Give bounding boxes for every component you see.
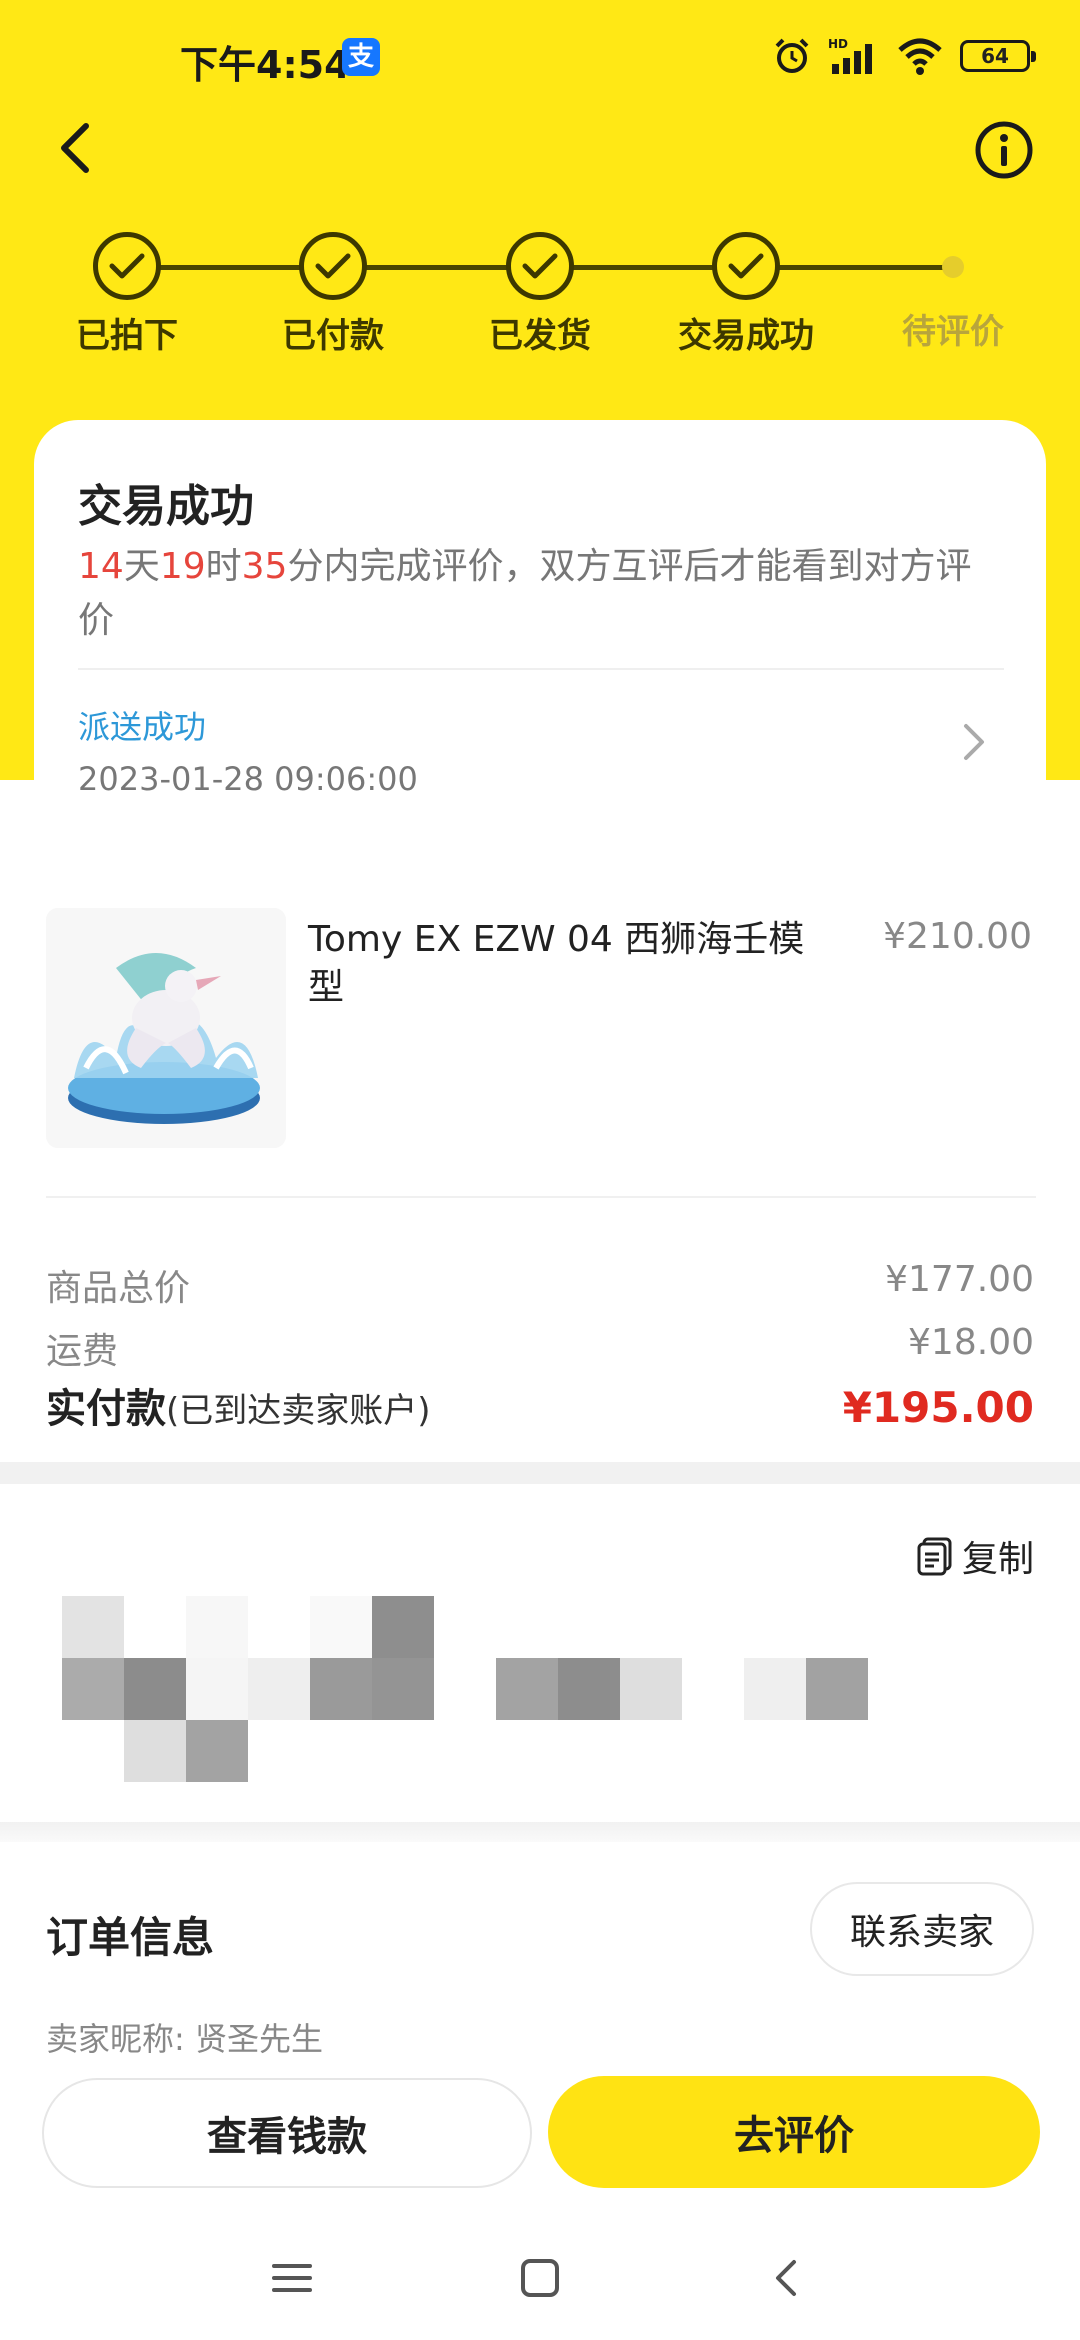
- countdown-hours-unit: 时: [205, 546, 242, 587]
- contact-seller-button[interactable]: 联系卖家: [810, 1882, 1034, 1976]
- check-icon: [712, 232, 780, 300]
- menu-icon: [272, 2264, 312, 2292]
- status-icons: HD 64: [772, 36, 1036, 76]
- signal-icon: HD: [828, 37, 872, 74]
- system-nav-bar: [0, 2220, 1080, 2340]
- status-time: 下午4:54: [180, 43, 351, 87]
- shipping-row: 运费 ¥18.00: [46, 1322, 1034, 1374]
- countdown-minutes: 35: [241, 546, 288, 587]
- back-triangle-icon: [776, 2260, 796, 2296]
- step-label: 已发货: [489, 316, 591, 356]
- order-info-title: 订单信息: [46, 1913, 215, 1962]
- paid-label: 实付款: [46, 1386, 166, 1432]
- section-separator: [0, 1822, 1080, 1842]
- copy-icon: [917, 1537, 952, 1576]
- step-shipped: 已发货: [455, 232, 625, 357]
- copy-address-button[interactable]: 复制: [916, 1530, 1034, 1582]
- shipping-label: 运费: [46, 1331, 119, 1372]
- divider: [46, 1196, 1036, 1198]
- review-button[interactable]: 去评价: [548, 2076, 1040, 2188]
- home-square-icon: [521, 2259, 559, 2297]
- check-icon: [506, 232, 574, 300]
- step-to-review: 待评价: [868, 232, 1038, 353]
- divider: [78, 668, 1004, 670]
- subtotal-value: ¥177.00: [885, 1259, 1034, 1300]
- step-completed: 交易成功: [661, 232, 831, 357]
- shipping-address-section: 复制: [0, 1484, 1080, 1824]
- info-button[interactable]: [972, 118, 1036, 182]
- pending-dot-icon: [942, 256, 964, 278]
- step-label: 待评价: [902, 312, 1004, 352]
- countdown-hours: 19: [159, 546, 206, 587]
- product-title[interactable]: Tomy EX EZW 04 西狮海壬模型: [308, 916, 808, 1012]
- seller-nickname: 卖家昵称: 贤圣先生: [46, 2020, 323, 2058]
- view-payment-button[interactable]: 查看钱款: [42, 2078, 532, 2188]
- countdown-days-unit: 天: [123, 546, 160, 587]
- back-button[interactable]: [50, 118, 110, 178]
- step-paid: 已付款: [248, 232, 418, 357]
- info-circle-icon: [975, 121, 1033, 179]
- chevron-right-icon: [964, 724, 984, 760]
- step-label: 已付款: [282, 316, 384, 356]
- delivery-time: 2023-01-28 09:06:00: [78, 760, 418, 798]
- product-section: Tomy EX EZW 04 西狮海壬模型 ¥210.00 商品总价 ¥177.…: [0, 866, 1080, 1466]
- check-icon: [299, 232, 367, 300]
- paid-value: ¥195.00: [842, 1383, 1034, 1432]
- step-label: 已拍下: [76, 316, 178, 356]
- step-ordered: 已拍下: [42, 232, 212, 357]
- section-separator: [0, 1462, 1080, 1484]
- paid-label-group: 实付款(已到达卖家账户): [46, 1376, 431, 1434]
- countdown-days: 14: [78, 546, 124, 587]
- product-image[interactable]: [46, 908, 286, 1148]
- shipping-value: ¥18.00: [908, 1322, 1034, 1363]
- paid-note: (已到达卖家账户): [166, 1391, 431, 1431]
- review-countdown: 14天19时35分内完成评价，双方互评后才能看到对方评价: [78, 540, 998, 648]
- back-nav-button[interactable]: [758, 2248, 818, 2308]
- menu-nav-button[interactable]: [262, 2248, 322, 2308]
- alarm-icon: [775, 38, 809, 73]
- home-nav-button[interactable]: [510, 2248, 570, 2308]
- subtotal-row: 商品总价 ¥177.00: [46, 1259, 1034, 1311]
- order-status-card: 交易成功 14天19时35分内完成评价，双方互评后才能看到对方评价 派送成功 2…: [34, 420, 1046, 842]
- subtotal-label: 商品总价: [46, 1268, 191, 1309]
- copy-label: 复制: [961, 1539, 1034, 1580]
- logistics-detail-button[interactable]: [954, 720, 994, 764]
- status-title: 交易成功: [78, 481, 254, 532]
- battery-icon: 64: [960, 40, 1036, 72]
- wifi-icon: [898, 38, 942, 75]
- delivery-status[interactable]: 派送成功: [78, 702, 206, 748]
- check-icon: [93, 232, 161, 300]
- svg-text:HD: HD: [828, 37, 848, 51]
- chevron-left-icon: [61, 123, 89, 173]
- product-price: ¥210.00: [883, 916, 1032, 957]
- step-label: 交易成功: [678, 316, 814, 356]
- order-info-section: 订单信息 联系卖家 卖家昵称: 贤圣先生: [0, 1842, 1080, 2082]
- figure-model-image: [46, 908, 286, 1148]
- status-bar: 下午4:54 支 HD 64: [0, 0, 1080, 120]
- paid-row: 实付款(已到达卖家账户) ¥195.00: [46, 1376, 1034, 1434]
- alipay-notification-icon: 支: [342, 38, 380, 76]
